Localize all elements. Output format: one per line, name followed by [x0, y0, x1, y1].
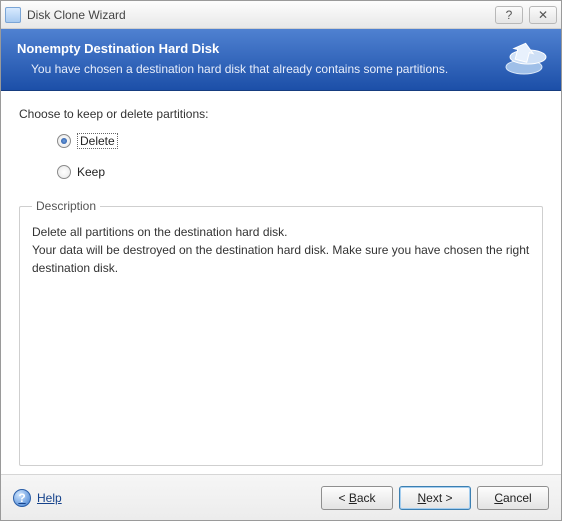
radio-option-keep[interactable]: Keep [57, 165, 543, 179]
close-button[interactable]: ✕ [529, 6, 557, 24]
back-button[interactable]: < Back [321, 486, 393, 510]
radio-option-delete[interactable]: Delete [57, 133, 543, 149]
radio-icon [57, 134, 71, 148]
wizard-footer: ? Help < Back Next > Cancel [1, 474, 561, 520]
radio-icon [57, 165, 71, 179]
titlebar: Disk Clone Wizard ? ✕ [1, 1, 561, 29]
back-label: B [349, 491, 357, 505]
help-icon: ? [13, 489, 31, 507]
disk-icon [503, 39, 549, 81]
description-group: Description Delete all partitions on the… [19, 199, 543, 466]
help-link[interactable]: ? Help [13, 489, 62, 507]
cancel-button[interactable]: Cancel [477, 486, 549, 510]
wizard-banner: Nonempty Destination Hard Disk You have … [1, 29, 561, 91]
radio-label-keep: Keep [77, 165, 105, 179]
description-text: Delete all partitions on the destination… [32, 223, 530, 241]
next-rest: ext [426, 491, 442, 505]
radio-label-delete: Delete [77, 133, 118, 149]
help-label: Help [37, 491, 62, 505]
next-label: N [417, 491, 426, 505]
description-text: Your data will be destroyed on the desti… [32, 241, 530, 277]
cancel-label: C [494, 491, 503, 505]
description-legend: Description [32, 199, 100, 213]
app-icon [5, 7, 21, 23]
wizard-body: Choose to keep or delete partitions: Del… [1, 91, 561, 474]
back-rest: ack [357, 491, 376, 505]
window-title: Disk Clone Wizard [27, 8, 495, 22]
help-button[interactable]: ? [495, 6, 523, 24]
banner-subtitle: You have chosen a destination hard disk … [17, 62, 545, 76]
prompt-label: Choose to keep or delete partitions: [19, 107, 543, 121]
dialog-window: Disk Clone Wizard ? ✕ Nonempty Destinati… [0, 0, 562, 521]
next-button[interactable]: Next > [399, 486, 471, 510]
cancel-rest: ancel [503, 491, 532, 505]
banner-title: Nonempty Destination Hard Disk [17, 41, 545, 56]
